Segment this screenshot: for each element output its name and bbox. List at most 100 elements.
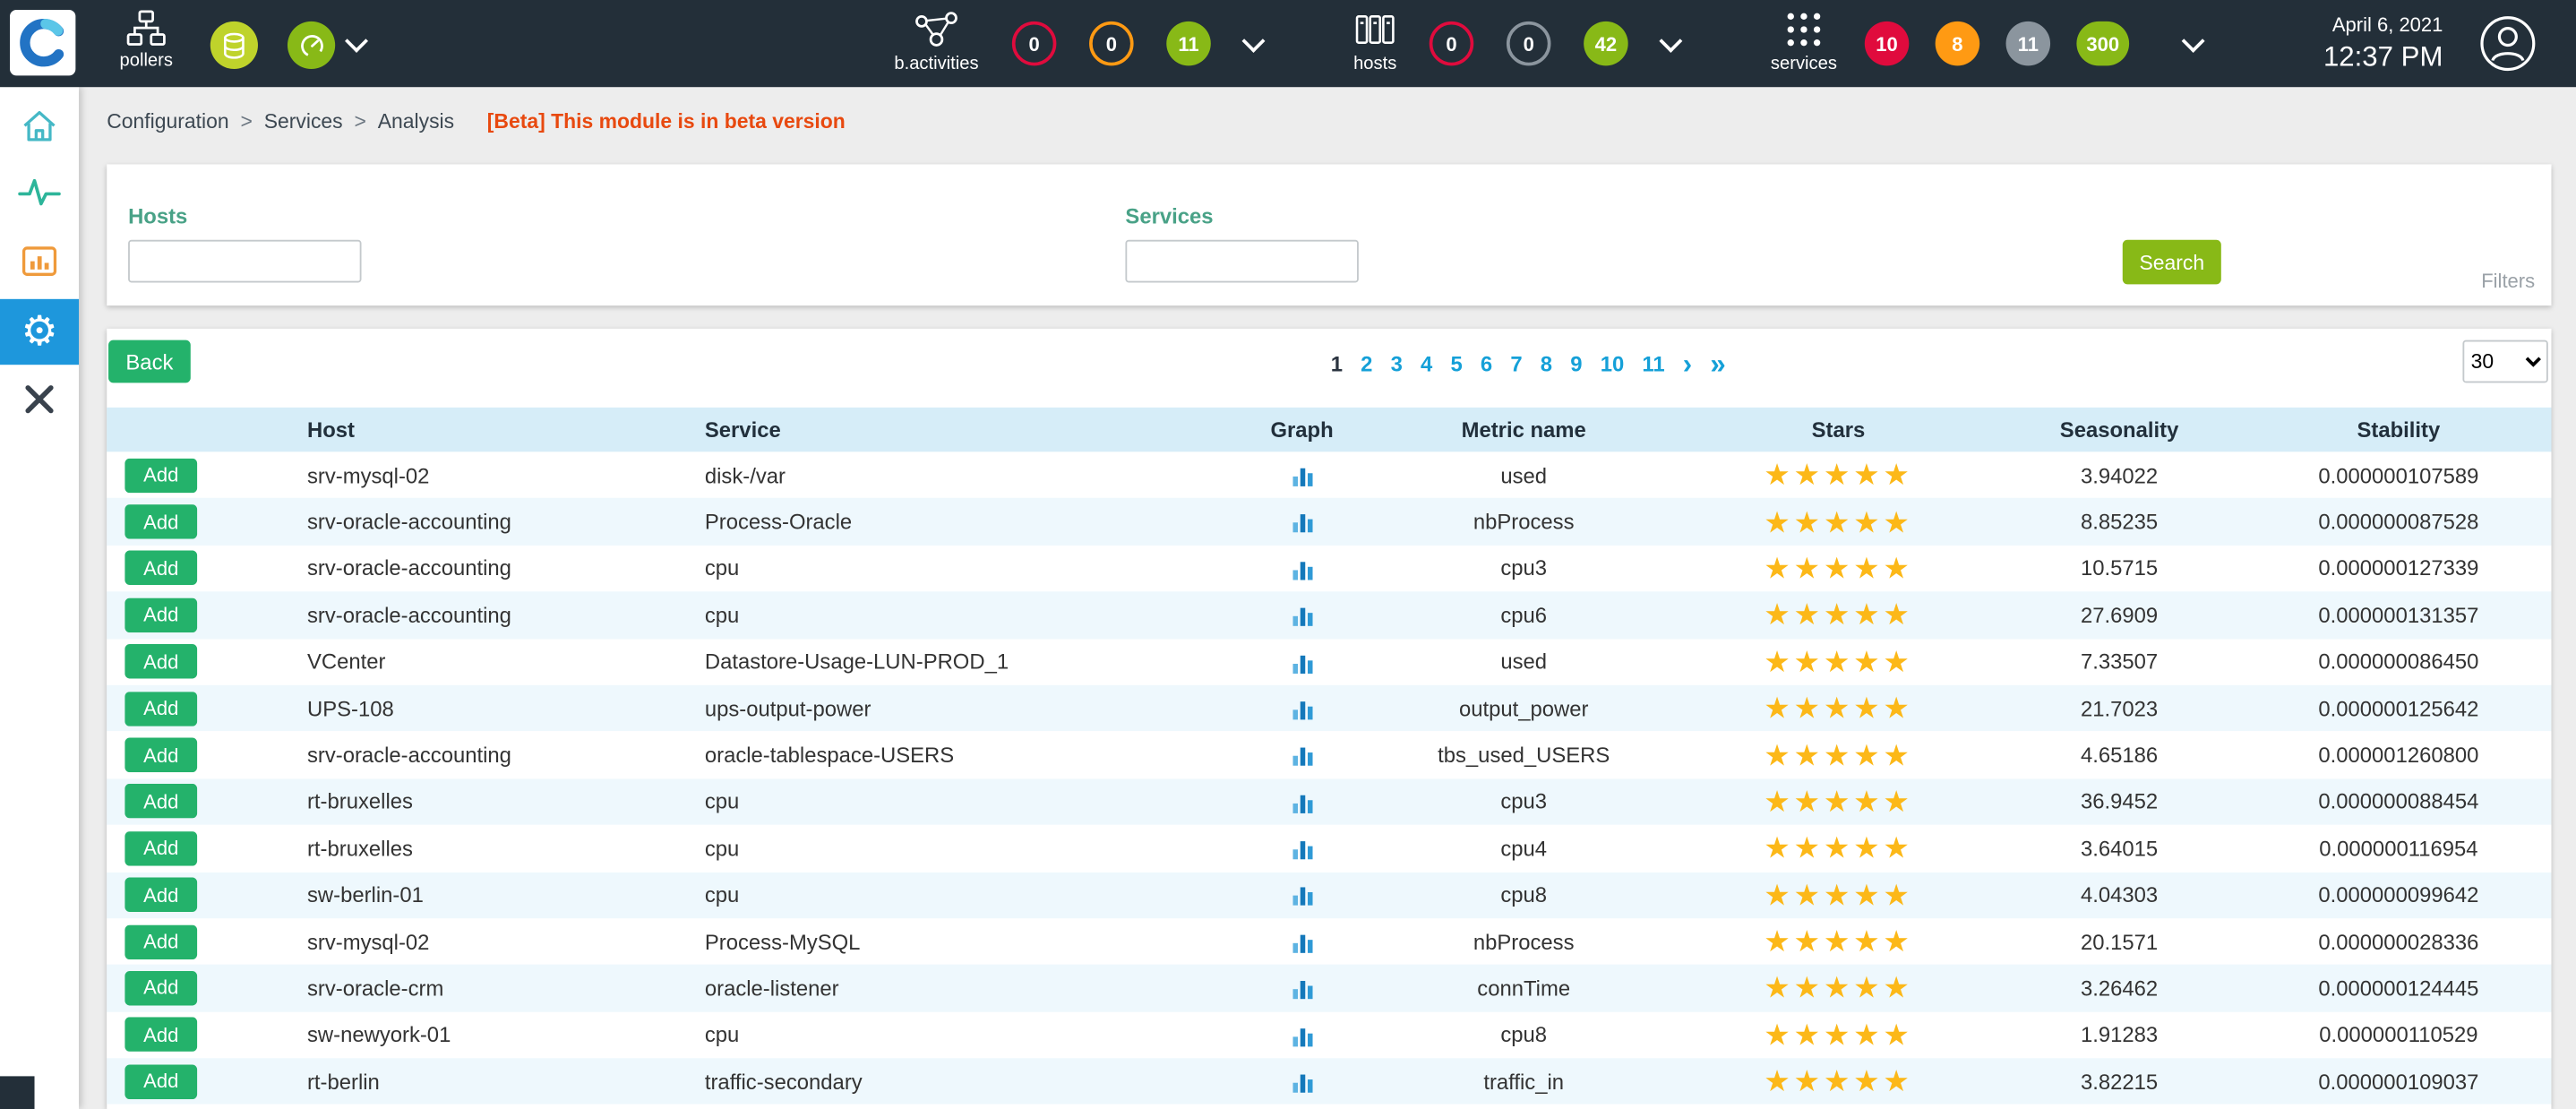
add-button[interactable]: Add	[125, 924, 197, 959]
pollers-chevron-down-icon[interactable]	[345, 30, 368, 53]
poller-state-status[interactable]	[288, 21, 335, 69]
add-button[interactable]: Add	[125, 644, 197, 679]
centreon-logo[interactable]	[10, 10, 75, 75]
graph-cell[interactable]	[1241, 976, 1364, 1002]
page-link-5[interactable]: 5	[1450, 352, 1462, 377]
graph-cell[interactable]	[1241, 1022, 1364, 1048]
graph-cell[interactable]	[1241, 789, 1364, 815]
graph-icon[interactable]	[1291, 512, 1314, 535]
sidebar-collapse-button[interactable]	[0, 1076, 35, 1109]
hosts-filter-input[interactable]	[128, 240, 361, 283]
add-button[interactable]: Add	[125, 738, 197, 773]
host-cell: UPS-108	[296, 696, 690, 721]
breadcrumb-services[interactable]: Services	[264, 110, 343, 133]
host-cell: srv-oracle-accounting	[296, 556, 690, 581]
stars-rating: ★★★★★	[1684, 927, 1993, 957]
graph-cell[interactable]	[1241, 602, 1364, 628]
topbar-business-activities[interactable]: b.activities	[867, 10, 1005, 74]
table-row: Add srv-oracle-accounting oracle-tablesp…	[107, 732, 2551, 778]
status-badge[interactable]: 11	[1166, 21, 1211, 66]
topbar-hosts[interactable]: hosts	[1335, 10, 1414, 74]
breadcrumb-configuration[interactable]: Configuration	[107, 110, 228, 133]
status-badge[interactable]: 300	[2076, 21, 2129, 66]
add-button[interactable]: Add	[125, 597, 197, 632]
status-badge[interactable]: 8	[1936, 21, 1980, 66]
add-button[interactable]: Add	[125, 878, 197, 913]
page-link-11[interactable]: 11	[1642, 352, 1664, 377]
filters-toggle[interactable]: Filters	[2481, 270, 2535, 293]
graph-cell[interactable]	[1241, 882, 1364, 908]
topbar-services[interactable]: services	[1761, 10, 1846, 74]
add-button[interactable]: Add	[125, 1018, 197, 1053]
services-chevron-down-icon[interactable]	[2182, 30, 2205, 53]
page-link-8[interactable]: 8	[1541, 352, 1552, 377]
graph-icon[interactable]	[1291, 978, 1314, 1002]
graph-cell[interactable]	[1241, 1069, 1364, 1095]
hosts-chevron-down-icon[interactable]	[1659, 30, 1682, 53]
add-button[interactable]: Add	[125, 831, 197, 866]
graph-icon[interactable]	[1291, 651, 1314, 675]
graph-icon[interactable]	[1291, 744, 1314, 768]
page-link-6[interactable]: 6	[1481, 352, 1492, 377]
next-page-icon[interactable]: ›	[1683, 353, 1692, 374]
status-badge[interactable]: 10	[1865, 21, 1910, 66]
status-badge[interactable]: 11	[2006, 21, 2051, 66]
page-link-9[interactable]: 9	[1570, 352, 1582, 377]
poller-latency-status[interactable]	[210, 21, 258, 69]
add-button[interactable]: Add	[125, 458, 197, 493]
services-filter-input[interactable]	[1125, 240, 1358, 283]
search-button[interactable]: Search	[2123, 240, 2221, 285]
graph-icon[interactable]	[1291, 1025, 1314, 1048]
graph-icon[interactable]	[1291, 465, 1314, 488]
sidebar-item-home[interactable]	[0, 94, 79, 159]
sidebar-item-configuration[interactable]: ⚙	[0, 299, 79, 365]
graph-icon[interactable]	[1291, 838, 1314, 862]
back-button[interactable]: Back	[108, 340, 191, 383]
add-button[interactable]: Add	[125, 971, 197, 1006]
graph-cell[interactable]	[1241, 649, 1364, 675]
sidebar-item-administration[interactable]	[0, 366, 79, 432]
add-button[interactable]: Add	[125, 551, 197, 586]
sidebar-item-monitoring[interactable]	[0, 159, 79, 225]
stability-cell: 0.000001260800	[2245, 743, 2551, 768]
last-page-icon[interactable]: »	[1710, 353, 1725, 374]
page-link-10[interactable]: 10	[1601, 352, 1625, 377]
stars-rating: ★★★★★	[1684, 507, 1993, 537]
graph-cell[interactable]	[1241, 929, 1364, 955]
graph-cell[interactable]	[1241, 696, 1364, 722]
page-size-select[interactable]: 30	[2462, 340, 2547, 383]
page-link-3[interactable]: 3	[1391, 352, 1403, 377]
page-link-4[interactable]: 4	[1421, 352, 1432, 377]
graph-cell[interactable]	[1241, 509, 1364, 535]
sidebar-item-reporting[interactable]	[0, 228, 79, 294]
table-row: Add sw-berlin-01 cpu cpu8 ★★★★★ 4.04303 …	[107, 872, 2551, 918]
status-badge[interactable]: 0	[1012, 21, 1057, 66]
business-activities-chevron-down-icon[interactable]	[1242, 30, 1266, 53]
topbar-pollers[interactable]: pollers	[105, 10, 187, 71]
add-button[interactable]: Add	[125, 1064, 197, 1099]
graph-icon[interactable]	[1291, 932, 1314, 955]
add-button[interactable]: Add	[125, 504, 197, 539]
status-badge[interactable]: 0	[1089, 21, 1134, 66]
add-button[interactable]: Add	[125, 785, 197, 820]
add-button[interactable]: Add	[125, 692, 197, 726]
page-link-7[interactable]: 7	[1510, 352, 1522, 377]
status-badge[interactable]: 0	[1430, 21, 1474, 66]
graph-icon[interactable]	[1291, 698, 1314, 721]
header-seasonality: Seasonality	[1993, 417, 2245, 443]
graph-cell[interactable]	[1241, 462, 1364, 488]
graph-cell[interactable]	[1241, 555, 1364, 581]
user-menu[interactable]	[2479, 15, 2537, 81]
page-link-2[interactable]: 2	[1361, 352, 1372, 377]
graph-cell[interactable]	[1241, 743, 1364, 769]
graph-cell[interactable]	[1241, 836, 1364, 862]
status-badge[interactable]: 42	[1584, 21, 1628, 66]
graph-icon[interactable]	[1291, 1071, 1314, 1095]
sidebar: ⚙	[0, 87, 79, 1109]
page-link-1[interactable]: 1	[1331, 352, 1343, 377]
graph-icon[interactable]	[1291, 792, 1314, 815]
graph-icon[interactable]	[1291, 605, 1314, 628]
graph-icon[interactable]	[1291, 885, 1314, 908]
status-badge[interactable]: 0	[1507, 21, 1551, 66]
graph-icon[interactable]	[1291, 558, 1314, 581]
